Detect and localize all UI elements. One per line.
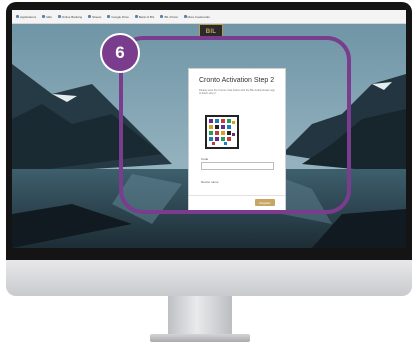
bookmark-icon: [57, 15, 61, 18]
bookmark-label: Google Drive: [111, 14, 129, 19]
logo-text: BIL: [205, 29, 217, 35]
bookmark-icon: [107, 15, 111, 18]
bookmark-label: Online Banking: [61, 14, 83, 19]
step-highlight-frame: [119, 36, 351, 214]
bookmark-label: Applications: [20, 14, 37, 19]
bookmarks-bar: Applications Mail Online Banking Sheets …: [12, 10, 406, 24]
bookmark-item[interactable]: Bank of BIL: [134, 14, 155, 19]
bookmark-icon: [183, 15, 187, 18]
bookmark-item[interactable]: Applications: [16, 15, 36, 19]
bookmark-item[interactable]: BIL Portal: [160, 14, 178, 19]
monitor-stand: [168, 296, 232, 336]
bookmark-icon: [16, 15, 19, 18]
bookmark-item[interactable]: Online Banking: [57, 14, 83, 19]
bookmark-label: Bank of BIL: [138, 14, 155, 19]
monitor-stand-base: [150, 334, 250, 342]
bookmark-icon: [42, 15, 46, 18]
bookmark-label: Sheets: [92, 14, 102, 19]
bookmark-item[interactable]: More bookmarks: [183, 14, 210, 19]
bookmark-item[interactable]: Mail: [42, 15, 52, 19]
bookmark-label: Mail: [46, 14, 52, 19]
monitor-chin: [6, 260, 412, 296]
bookmark-label: BIL Portal: [164, 14, 178, 19]
bookmark-icon: [88, 15, 92, 18]
bookmark-item[interactable]: Sheets: [88, 15, 101, 19]
bookmark-item[interactable]: Google Drive: [107, 15, 129, 19]
step-number-badge: 6: [100, 33, 140, 73]
bookmark-icon: [134, 15, 138, 18]
bookmark-label: More bookmarks: [187, 14, 210, 19]
bookmark-icon: [160, 15, 164, 18]
